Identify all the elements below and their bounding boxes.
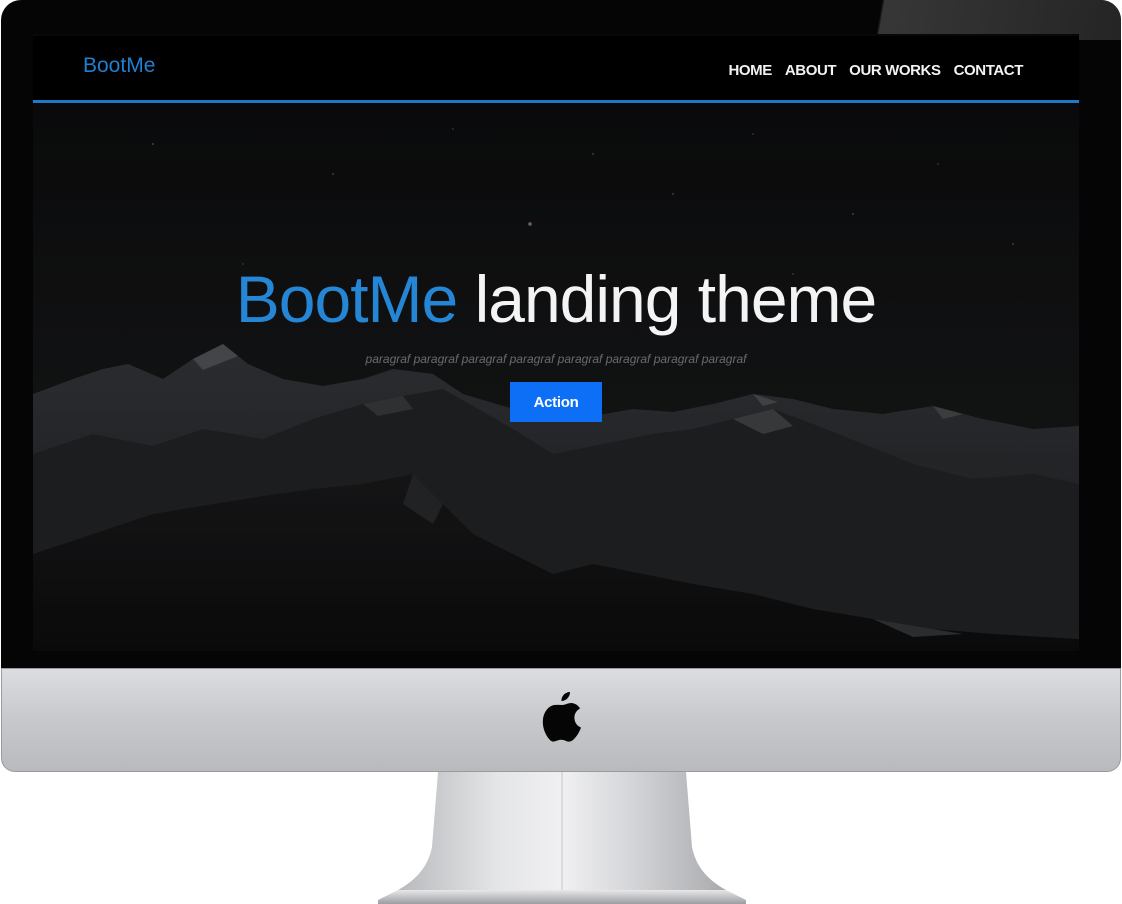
monitor-bezel: BootMe HOME ABOUT OUR WORKS CONTACT Boot… xyxy=(1,0,1121,668)
brand-logo-link[interactable]: BootMe xyxy=(83,54,155,78)
top-navbar: BootMe HOME ABOUT OUR WORKS CONTACT xyxy=(33,36,1079,103)
hero-title-rest: landing theme xyxy=(474,262,878,336)
hero-title: BootMe landing theme xyxy=(33,254,1079,344)
hero-title-brand: BootMe xyxy=(235,262,458,336)
nav-about-link[interactable]: ABOUT xyxy=(785,62,837,79)
hero-paragraph: paragraf paragraf paragraf paragraf para… xyxy=(365,352,747,366)
nav-contact-link[interactable]: CONTACT xyxy=(954,62,1024,79)
website-screen: BootMe HOME ABOUT OUR WORKS CONTACT Boot… xyxy=(33,34,1079,651)
imac-mockup: BootMe HOME ABOUT OUR WORKS CONTACT Boot… xyxy=(0,0,1122,904)
hero-section: BootMe landing theme paragraf paragraf p… xyxy=(33,254,1079,422)
monitor-stand xyxy=(378,772,746,904)
nav-menu: HOME ABOUT OUR WORKS CONTACT xyxy=(728,62,1023,79)
nav-home-link[interactable]: HOME xyxy=(728,62,772,79)
apple-logo-icon xyxy=(542,692,581,742)
action-button[interactable]: Action xyxy=(510,382,602,422)
nav-our-works-link[interactable]: OUR WORKS xyxy=(849,62,941,79)
